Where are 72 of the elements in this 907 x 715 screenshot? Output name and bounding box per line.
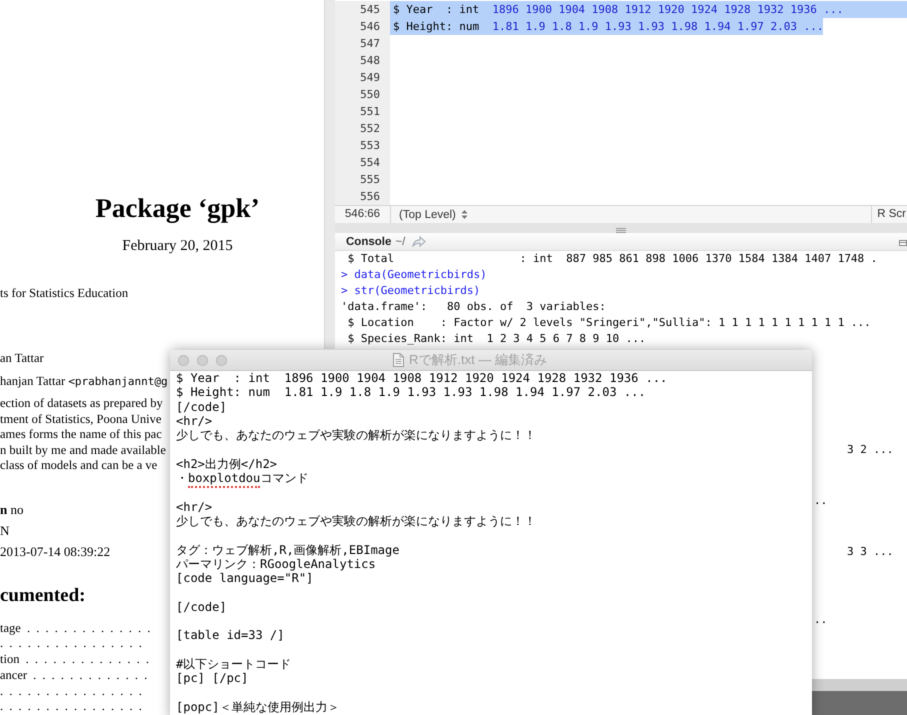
text-line: [table id=33 /] xyxy=(176,628,284,643)
document-text: tment of Statistics, Poona Unive xyxy=(0,412,162,427)
toc-entry[interactable]: . . . . . . . . . . . . . . . . xyxy=(0,636,142,652)
line-number: 554 xyxy=(335,154,390,171)
document-icon xyxy=(393,353,404,367)
text-line: タグ：ウェブ解析,R,画像解析,EBImage xyxy=(176,542,400,557)
text-line: [/code] xyxy=(176,400,227,414)
text-line: ・boxplotdou コマンド xyxy=(176,471,308,486)
document-text: ts for Statistics Education xyxy=(0,285,128,301)
line-number: 547 xyxy=(335,35,390,52)
document-title: Package ‘gpk’ xyxy=(94,193,261,223)
zoom-button[interactable] xyxy=(216,354,227,366)
console-output: $ Species_Rank: int 1 2 3 4 5 6 7 8 9 10 ... xyxy=(346,331,646,347)
text-line: [code language="R"] xyxy=(176,571,314,586)
minimize-icon[interactable] xyxy=(899,238,907,246)
text-line: $ Year : int 1896 1900 1904 1908 1912 1920 1924 1928 1932 1936 ... xyxy=(176,371,668,386)
line-number: 545 xyxy=(335,1,390,18)
text-line: 少しでも、あなたのウェブや実験の解析が楽になりますように！！ xyxy=(176,514,536,528)
document-text: n built by me and made available xyxy=(0,442,166,458)
console-output: .. xyxy=(814,612,828,628)
line-number: 552 xyxy=(335,120,390,137)
text-line: <h2>出力例</h2> xyxy=(176,456,278,472)
scrollbar[interactable] xyxy=(324,0,335,349)
document-text: n no xyxy=(0,500,24,518)
line-number: 551 xyxy=(335,103,390,120)
close-button[interactable] xyxy=(178,354,189,366)
document-date: February 20, 2015 xyxy=(121,237,234,255)
window-title: Rで解析.txt — 編集済み xyxy=(409,351,547,369)
forward-arrow-icon xyxy=(412,236,426,247)
document-text: ection of datasets as prepared by xyxy=(0,396,163,412)
toc-entry[interactable]: ancer . . . . . . . . . . . . . xyxy=(0,668,148,684)
console-command: > str(Geometricbirds) xyxy=(340,283,480,299)
console-output: 3 3 ... xyxy=(846,544,894,560)
document-text: ames forms the name of this pac xyxy=(0,427,162,442)
splitter-grip-icon[interactable] xyxy=(616,228,626,233)
text-line: #以下ショートコード xyxy=(176,656,292,672)
line-number: 550 xyxy=(335,86,390,103)
document-text: hanjan Tattar <prabhanjannt@g xyxy=(0,373,168,390)
updown-icon xyxy=(460,209,468,220)
console-title[interactable]: Console xyxy=(346,236,392,248)
text-line: [/code] xyxy=(176,600,227,614)
document-text: an Tattar xyxy=(0,350,44,366)
minimize-button[interactable] xyxy=(197,354,208,366)
line-number: 549 xyxy=(335,69,390,86)
text-line: $ Height: num 1.81 1.9 1.8 1.9 1.93 1.93 1.98 1.94 1.97 2.03 ... xyxy=(176,385,646,400)
line-number: 555 xyxy=(335,171,390,188)
console-output: .. xyxy=(814,493,828,509)
text-line: <hr/> xyxy=(176,500,212,514)
line-number: 546 xyxy=(335,18,390,35)
text-line: [pc] [/pc] xyxy=(176,671,248,686)
text-line: <hr/> xyxy=(176,414,212,428)
scope-dropdown[interactable]: (Top Level) xyxy=(391,208,872,220)
section-heading: cumented: xyxy=(0,584,86,606)
toc-entry[interactable]: . . . . . . . . . . . . . . . . xyxy=(0,699,142,715)
text-line: パーマリンク：RGoogleAnalytics xyxy=(176,556,376,572)
toc-entry[interactable]: tion . . . . . . . . . . . . . . xyxy=(0,652,149,668)
document-text: 2013-07-14 08:39:22 xyxy=(0,542,110,560)
console-output: $ Total : int 887 985 861 898 1006 1370 1584 1384 1407 1748 . xyxy=(346,251,878,267)
toc-entry[interactable]: tage . . . . . . . . . . . . . . xyxy=(0,620,150,636)
line-number: 548 xyxy=(335,52,390,69)
document-text: N xyxy=(0,522,10,540)
console-output: $ Location : Factor w/ 2 levels "Sringeri","Sullia": 1 1 1 1 1 1 1 1 1 1 ... xyxy=(346,315,871,331)
console-path: ~/ xyxy=(395,236,406,248)
console-command: > data(Geometricbirds) xyxy=(340,267,487,283)
text-line: [popc]＜単純な使用例出力＞ xyxy=(176,700,340,714)
console-output: 3 2 ... xyxy=(846,442,894,458)
line-number: 556 xyxy=(335,188,390,205)
document-text: class of models and can be a ve xyxy=(0,458,158,474)
console-output: 'data.frame': 80 obs. of 3 variables: xyxy=(340,299,606,315)
toc-entry[interactable]: . . . . . . . . . . . . . . . . xyxy=(0,684,142,700)
line-number: 553 xyxy=(335,137,390,154)
text-line: 少しでも、あなたのウェブや実験の解析が楽になりますように！！ xyxy=(176,428,536,442)
